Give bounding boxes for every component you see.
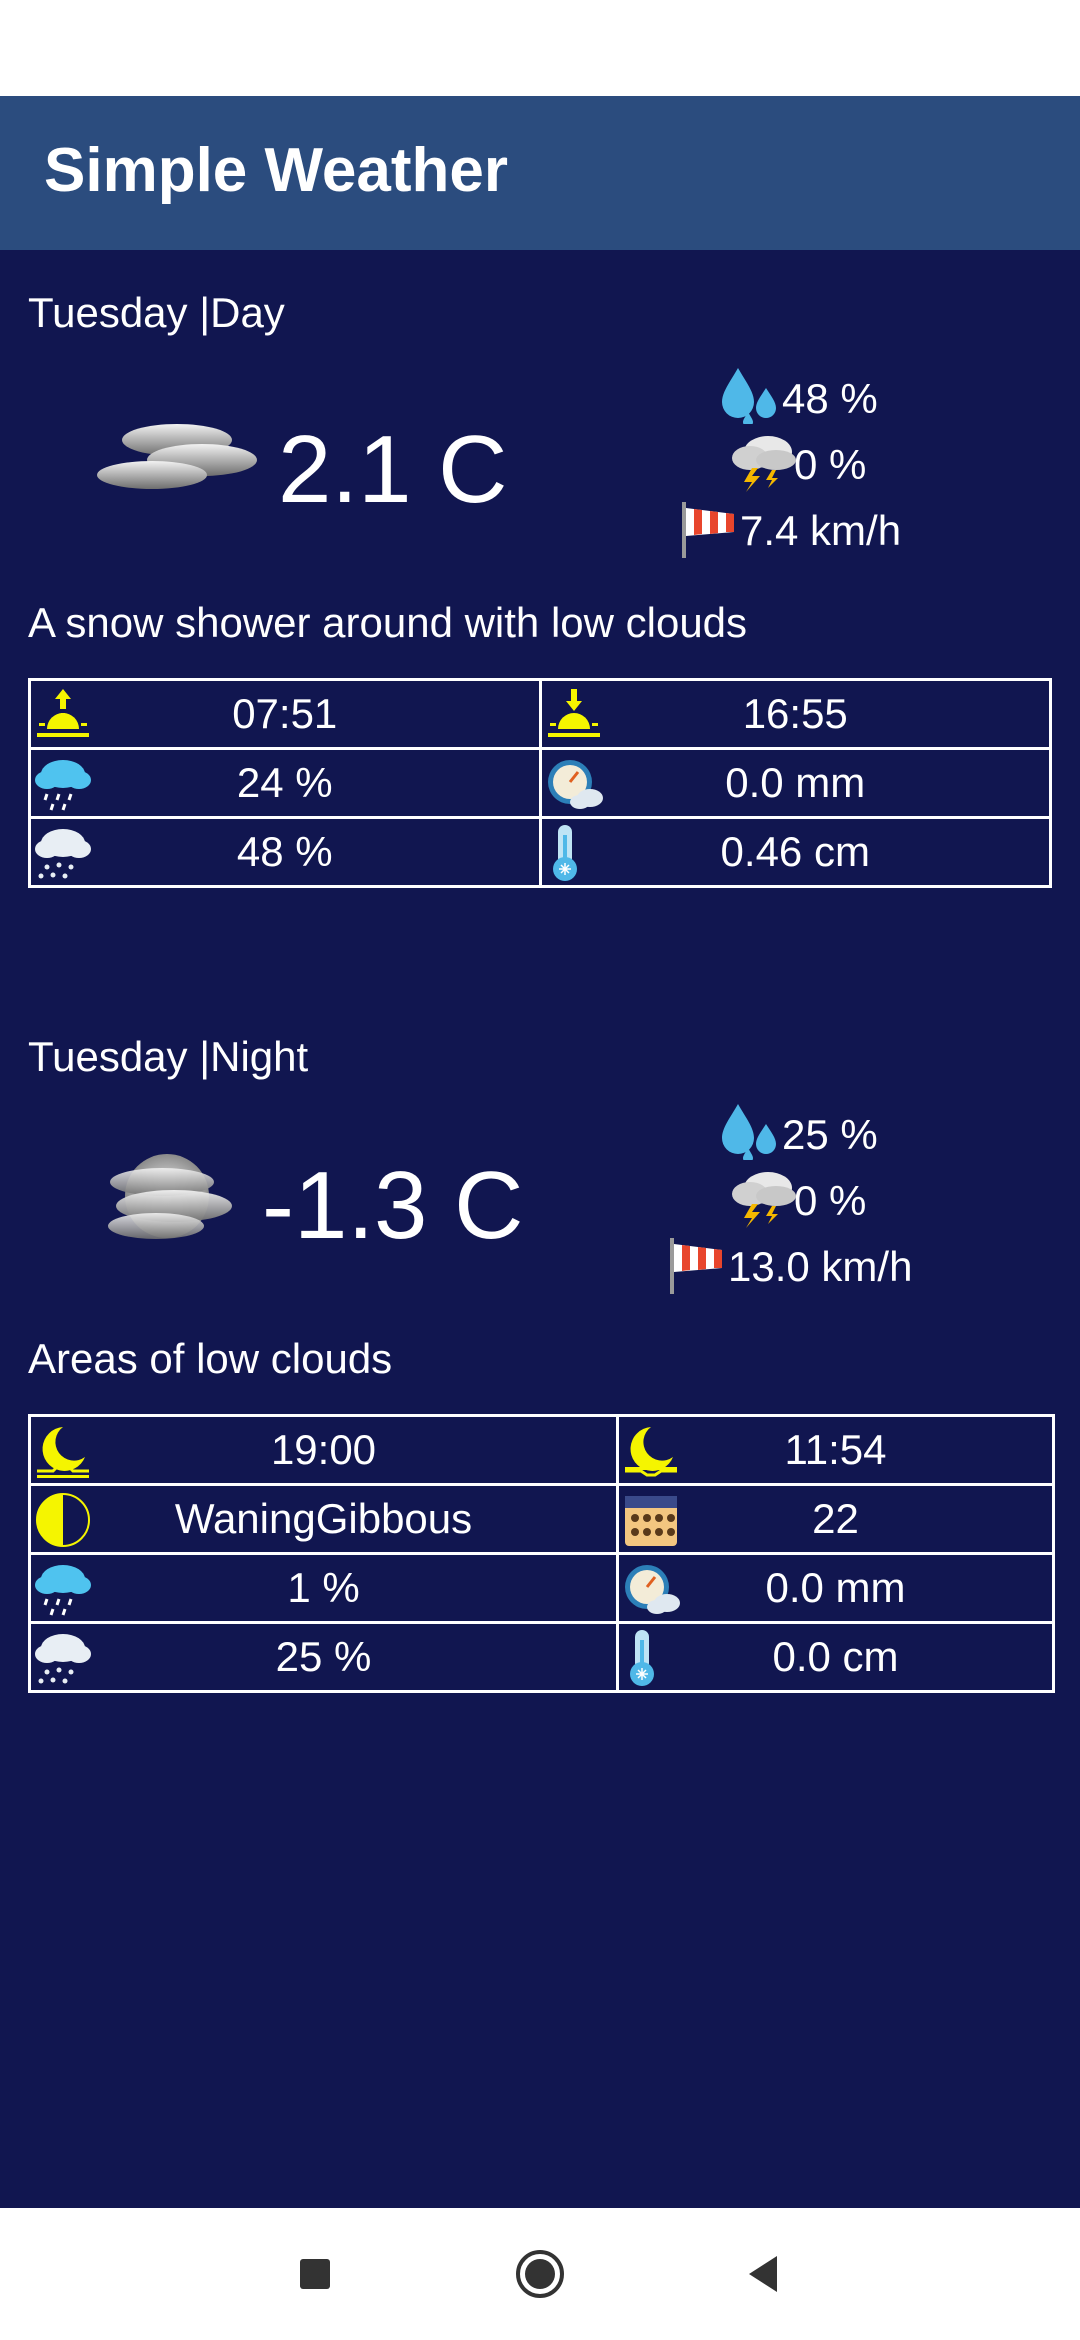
- night-humidity: 25 %: [782, 1111, 878, 1158]
- home-button[interactable]: [510, 2244, 570, 2304]
- thunderstorm-icon: [728, 430, 798, 499]
- precipitation-cell: 0.0 mm: [538, 747, 1052, 819]
- snow-chance-cell: 48 %: [28, 816, 542, 888]
- rain-chance-icon: [35, 760, 91, 811]
- night-temperature: -1.3 C: [262, 1152, 524, 1259]
- moonset-icon: [625, 1427, 677, 1477]
- moon-age-value: 22: [812, 1495, 859, 1542]
- snow-depth-cell: 0.0 cm: [616, 1621, 1055, 1693]
- day-label: Tuesday |Day: [28, 289, 285, 336]
- moon-phase-cell: WaningGibbous: [28, 1483, 619, 1555]
- precipitation-gauge-icon: [547, 760, 603, 809]
- snow-thermometer-icon: [630, 1630, 654, 1686]
- moonrise-cell: 19:00: [28, 1414, 619, 1486]
- snow-depth-value: 0.46 cm: [720, 828, 870, 875]
- humidity-drops-icon: [718, 1100, 782, 1165]
- table-row: 1 % 0.0 mm: [28, 1552, 1055, 1624]
- app-title: Simple Weather: [44, 136, 509, 205]
- app-bar: Simple Weather: [0, 96, 1080, 250]
- moon-phase-value: WaningGibbous: [174, 1495, 473, 1542]
- night-thunder-chance: 0 %: [794, 1177, 867, 1224]
- precipitation-gauge-icon: [625, 1565, 680, 1614]
- windsock-icon: [678, 500, 738, 565]
- precipitation-value: 0.0 mm: [725, 759, 866, 806]
- table-row: 48 % 0.46 cm: [28, 816, 1052, 888]
- day-thunder-chance: 0 %: [794, 441, 867, 488]
- snow-chance-icon: [35, 1634, 91, 1684]
- thunderstorm-icon: [728, 1166, 798, 1235]
- snow-depth-cell: 0.46 cm: [538, 816, 1052, 888]
- forecast-content[interactable]: Tuesday |Day 2.1 C 48 % 0 % 7.4 km/h A s…: [0, 250, 1080, 2208]
- precipitation-cell: 0.0 mm: [616, 1552, 1055, 1624]
- rain-chance-cell: 24 %: [28, 747, 542, 819]
- status-bar: [0, 0, 1080, 96]
- day-details-table: 07:51 16:55 24 % 0.0 mm 48 % 0.46 cm: [28, 678, 1052, 888]
- precipitation-value: 0.0 mm: [765, 1564, 906, 1611]
- table-row: 19:00 11:54: [28, 1414, 1055, 1486]
- night-wind: 13.0 km/h: [728, 1243, 913, 1290]
- snow-depth-value: 0.0 cm: [772, 1633, 899, 1680]
- day-humidity: 48 %: [782, 375, 878, 422]
- night-label: Tuesday |Night: [28, 1033, 309, 1080]
- rain-chance-cell: 1 %: [28, 1552, 619, 1624]
- table-row: 25 % 0.0 cm: [28, 1621, 1055, 1693]
- table-row: 24 % 0.0 mm: [28, 747, 1052, 819]
- night-description: Areas of low clouds: [28, 1335, 393, 1382]
- snow-chance-value: 48 %: [236, 828, 333, 875]
- back-button[interactable]: [735, 2244, 795, 2304]
- snow-chance-cell: 25 %: [28, 1621, 619, 1693]
- moonrise-time: 19:00: [270, 1426, 377, 1473]
- sunset-icon: [547, 689, 600, 737]
- moonset-time: 11:54: [784, 1426, 887, 1473]
- day-temperature: 2.1 C: [278, 416, 508, 523]
- sunset-time: 16:55: [742, 690, 848, 737]
- sunrise-icon: [37, 689, 89, 737]
- day-wind: 7.4 km/h: [740, 507, 902, 554]
- snow-chance-icon: [35, 829, 91, 879]
- moon-age-cell: 22: [616, 1483, 1055, 1555]
- moon-age-calendar-icon: [625, 1496, 677, 1546]
- rain-chance-value: 24 %: [236, 759, 333, 806]
- rain-chance-value: 1 %: [287, 1564, 360, 1611]
- day-description: A snow shower around with low clouds: [28, 599, 748, 646]
- recent-apps-button[interactable]: [285, 2244, 345, 2304]
- moonset-cell: 11:54: [616, 1414, 1055, 1486]
- snow-thermometer-icon: [552, 825, 577, 881]
- windsock-icon: [666, 1236, 726, 1301]
- moonrise-icon: [37, 1427, 89, 1478]
- sunrise-cell: 07:51: [28, 678, 542, 750]
- sunrise-time: 07:51: [232, 690, 338, 737]
- rain-chance-icon: [35, 1565, 91, 1616]
- snow-chance-value: 25 %: [275, 1633, 372, 1680]
- table-row: WaningGibbous 22: [28, 1483, 1055, 1555]
- cloudy-moon-icon: [92, 1146, 242, 1261]
- navigation-bar: [0, 2208, 1080, 2340]
- humidity-drops-icon: [718, 364, 782, 429]
- night-details-table: 19:00 11:54 WaningGibbous 22 1 % 0.0 mm …: [28, 1414, 1055, 1693]
- moon-phase-icon: [36, 1493, 90, 1547]
- cloudy-icon: [92, 410, 262, 505]
- table-row: 07:51 16:55: [28, 678, 1052, 750]
- sunset-cell: 16:55: [538, 678, 1052, 750]
